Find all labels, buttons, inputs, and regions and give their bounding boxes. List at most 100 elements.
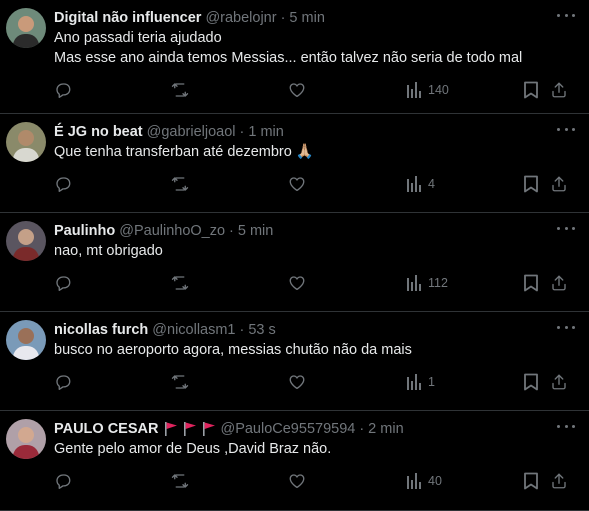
display-name[interactable]: nicollas furch: [54, 320, 148, 340]
like-button[interactable]: [288, 174, 306, 194]
reply-button[interactable]: [54, 80, 72, 100]
tweet[interactable]: PAULO CESAR @PauloCe95579594 · 2 min Gen…: [0, 411, 589, 511]
tweet-text-line: Ano passadi teria ajudado: [54, 30, 222, 46]
share-icon: [552, 473, 566, 489]
views-button[interactable]: 4: [406, 174, 435, 194]
retweet-icon: [171, 474, 189, 488]
views-button[interactable]: 140: [406, 80, 449, 100]
timestamp[interactable]: 53 s: [248, 320, 275, 340]
more-options-icon[interactable]: [557, 126, 575, 132]
user-handle[interactable]: @rabelojnr: [205, 8, 276, 28]
bookmark-icon: [524, 175, 538, 193]
more-options-icon[interactable]: [557, 225, 575, 231]
retweet-icon: [171, 177, 189, 191]
like-button[interactable]: [288, 273, 306, 293]
display-name[interactable]: É JG no beat: [54, 122, 143, 142]
retweet-button[interactable]: [170, 372, 190, 392]
tweet-text-line: nao, mt obrigado: [54, 243, 163, 259]
heart-icon: [289, 375, 305, 390]
tweet[interactable]: Digital não influencer @rabelojnr · 5 mi…: [0, 0, 589, 114]
tweet-text: Ano passadi teria ajudado Mas esse ano ai…: [54, 28, 573, 68]
avatar[interactable]: [6, 320, 46, 360]
user-handle[interactable]: @gabrieljoaol: [147, 122, 236, 142]
name-emoji-flags: [164, 421, 216, 437]
red-flag-icon: [165, 422, 178, 436]
timestamp[interactable]: 5 min: [289, 8, 324, 28]
separator-dot: ·: [229, 223, 234, 239]
user-handle[interactable]: @nicollasm1: [152, 320, 235, 340]
tweet-actions: 140: [54, 74, 573, 110]
like-button[interactable]: [288, 80, 306, 100]
tweet-actions: 112: [54, 267, 573, 303]
bookmark-button[interactable]: [523, 273, 539, 293]
timestamp[interactable]: 5 min: [238, 221, 273, 241]
retweet-button[interactable]: [170, 273, 190, 293]
analytics-icon: [407, 82, 421, 98]
timestamp[interactable]: 1 min: [248, 122, 283, 142]
tweet-header: nicollas furch @nicollasm1 · 53 s: [54, 320, 573, 340]
share-icon: [552, 176, 566, 192]
display-name[interactable]: Digital não influencer: [54, 8, 201, 28]
share-button[interactable]: [550, 471, 568, 491]
retweet-button[interactable]: [170, 174, 190, 194]
more-options-icon[interactable]: [557, 423, 575, 429]
bookmark-button[interactable]: [523, 174, 539, 194]
avatar[interactable]: [6, 221, 46, 261]
more-options-icon[interactable]: [557, 12, 575, 18]
tweet-text: Gente pelo amor de Deus ,David Braz não.: [54, 439, 573, 459]
display-name[interactable]: Paulinho: [54, 221, 115, 241]
bookmark-button[interactable]: [523, 80, 539, 100]
tweet-header: É JG no beat @gabrieljoaol · 1 min: [54, 122, 573, 142]
like-button[interactable]: [288, 471, 306, 491]
share-button[interactable]: [550, 80, 568, 100]
views-count: 40: [428, 474, 442, 488]
timestamp[interactable]: 2 min: [368, 419, 403, 439]
tweet-text: busco no aeroporto agora, messias chutão…: [54, 340, 573, 360]
share-button[interactable]: [550, 372, 568, 392]
heart-icon: [289, 177, 305, 192]
display-name[interactable]: PAULO CESAR: [54, 419, 158, 439]
reply-button[interactable]: [54, 372, 72, 392]
bookmark-button[interactable]: [523, 372, 539, 392]
bookmark-icon: [524, 373, 538, 391]
analytics-icon: [407, 176, 421, 192]
views-count: 4: [428, 177, 435, 191]
reply-icon: [56, 177, 71, 192]
retweet-button[interactable]: [170, 471, 190, 491]
user-handle[interactable]: @PaulinhoO_zo: [119, 221, 225, 241]
share-icon: [552, 275, 566, 291]
tweet[interactable]: Paulinho @PaulinhoO_zo · 5 min nao, mt o…: [0, 213, 589, 312]
views-count: 140: [428, 83, 449, 97]
share-button[interactable]: [550, 174, 568, 194]
reply-button[interactable]: [54, 273, 72, 293]
bookmark-button[interactable]: [523, 471, 539, 491]
heart-icon: [289, 474, 305, 489]
analytics-icon: [407, 275, 421, 291]
red-flag-icon: [203, 422, 216, 436]
retweet-button[interactable]: [170, 80, 190, 100]
avatar[interactable]: [6, 122, 46, 162]
tweet-header: Paulinho @PaulinhoO_zo · 5 min: [54, 221, 573, 241]
heart-icon: [289, 83, 305, 98]
reply-button[interactable]: [54, 471, 72, 491]
views-button[interactable]: 112: [406, 273, 448, 293]
views-count: 1: [428, 375, 435, 389]
bookmark-icon: [524, 472, 538, 490]
reply-icon: [56, 276, 71, 291]
share-button[interactable]: [550, 273, 568, 293]
avatar[interactable]: [6, 419, 46, 459]
more-options-icon[interactable]: [557, 324, 575, 330]
retweet-icon: [171, 375, 189, 389]
tweet-text-line: Que tenha transferban até dezembro 🙏🏼: [54, 144, 314, 160]
user-handle[interactable]: @PauloCe95579594: [220, 419, 355, 439]
tweet-actions: 40: [54, 465, 573, 501]
views-button[interactable]: 1: [406, 372, 435, 392]
reply-icon: [56, 375, 71, 390]
reply-button[interactable]: [54, 174, 72, 194]
views-button[interactable]: 40: [406, 471, 442, 491]
reply-icon: [56, 474, 71, 489]
tweet[interactable]: É JG no beat @gabrieljoaol · 1 min Que t…: [0, 114, 589, 213]
tweet[interactable]: nicollas furch @nicollasm1 · 53 s busco …: [0, 312, 589, 411]
like-button[interactable]: [288, 372, 306, 392]
avatar[interactable]: [6, 8, 46, 48]
